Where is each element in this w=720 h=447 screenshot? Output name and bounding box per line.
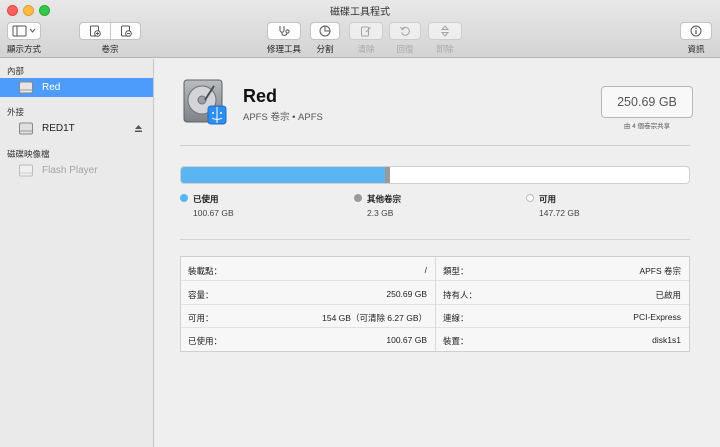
sidebar-item-red1t[interactable]: RED1T (0, 119, 153, 138)
info-column-left: 裝載點： / 容量： 250.69 GB 可用： 154 GB（可清除 6.27… (181, 257, 436, 351)
restore-icon (400, 26, 410, 36)
sidebar-section-disk-images: 磁碟映像檔 (7, 149, 50, 159)
sidebar-item-label: Red (42, 82, 61, 93)
info-key: 連線： (443, 313, 469, 323)
legend-dot-other (354, 194, 362, 202)
volume-detail-pane: Red APFS 卷宗 • APFS 250.69 GB 由 4 個卷宗共享 已… (155, 59, 720, 447)
info-value: 已啟用 (655, 290, 681, 300)
erase-icon (361, 26, 371, 37)
unmount-button[interactable] (428, 22, 462, 40)
sidebar-section-external: 外接 (7, 107, 25, 117)
info-row-available: 可用： 154 GB（可清除 6.27 GB） (181, 304, 435, 328)
erase-button[interactable] (349, 22, 383, 40)
add-volume-button[interactable] (80, 23, 110, 39)
info-row-type: 類型： APFS 卷宗 (436, 257, 689, 281)
info-row-connection: 連線： PCI-Express (436, 304, 689, 328)
add-volume-icon (90, 25, 101, 37)
legend-value: 100.67 GB (193, 208, 234, 218)
divider (180, 239, 690, 240)
info-value: 250.69 GB (386, 289, 427, 299)
info-key: 已使用： (188, 336, 223, 346)
first-aid-button[interactable] (267, 22, 301, 40)
eject-icon[interactable] (134, 124, 143, 133)
info-button[interactable] (680, 22, 712, 40)
volume-segment[interactable] (79, 22, 141, 40)
title-bar: 磁碟工具程式 顯示方式 卷宗 修理工具 分割 清除 回復 卸除 資訊 (0, 0, 720, 58)
legend-name: 其他卷宗 (367, 194, 402, 204)
partition-label: 分割 (316, 44, 334, 54)
stethoscope-icon (279, 26, 290, 36)
info-value: disk1s1 (652, 335, 681, 345)
info-value: 154 GB（可清除 6.27 GB） (322, 313, 427, 323)
sidebar-item-red[interactable]: Red (0, 78, 153, 97)
restore-button[interactable] (389, 22, 421, 40)
info-row-used: 已使用： 100.67 GB (181, 327, 435, 351)
usage-bar-other (384, 167, 390, 183)
legend-name: 已使用 (193, 194, 219, 204)
disk-volume-icon (19, 81, 33, 94)
first-aid-label: 修理工具 (266, 44, 301, 54)
sidebar-view-icon (12, 25, 36, 37)
usage-bar-used (181, 167, 385, 183)
sidebar-item-label: RED1T (42, 123, 75, 134)
restore-label: 回復 (396, 44, 414, 54)
info-value: PCI-Express (633, 312, 681, 322)
info-icon (690, 25, 702, 37)
volume-subtitle: APFS 卷宗 • APFS (243, 112, 323, 123)
info-table: 裝載點： / 容量： 250.69 GB 可用： 154 GB（可清除 6.27… (180, 256, 690, 352)
info-value: 100.67 GB (386, 335, 427, 345)
info-row-owners: 持有人： 已啟用 (436, 281, 689, 305)
info-row-mount-point: 裝載點： / (181, 257, 435, 281)
sidebar-section-internal: 內部 (7, 66, 25, 76)
partition-button[interactable] (310, 22, 340, 40)
info-key: 裝置： (443, 336, 469, 346)
view-label: 顯示方式 (6, 44, 41, 54)
info-key: 可用： (188, 313, 214, 323)
disk-image-icon (19, 164, 33, 177)
internal-hard-drive-icon (183, 79, 227, 125)
info-value: / (424, 265, 427, 275)
legend-dot-used (180, 194, 188, 202)
legend-name: 可用 (539, 194, 557, 204)
capacity-badge: 250.69 GB (601, 86, 693, 118)
shared-note: 由 4 個卷宗共享 (623, 123, 671, 130)
info-key: 類型： (443, 266, 469, 276)
sidebar-item-flash-player[interactable]: Flash Player (0, 161, 153, 180)
remove-volume-icon (120, 25, 132, 37)
partition-icon (319, 25, 331, 37)
legend-dot-available (526, 194, 534, 202)
disk-utility-window: 磁碟工具程式 顯示方式 卷宗 修理工具 分割 清除 回復 卸除 資訊 內部 Re… (0, 0, 720, 447)
usage-bar (180, 166, 690, 184)
info-label: 資訊 (687, 44, 705, 54)
volume-label: 卷宗 (101, 44, 119, 54)
divider (180, 145, 690, 146)
unmount-label: 卸除 (436, 44, 454, 54)
info-key: 持有人： (443, 290, 478, 300)
info-row-capacity: 容量： 250.69 GB (181, 281, 435, 305)
window-title: 磁碟工具程式 (330, 7, 390, 18)
erase-label: 清除 (357, 44, 375, 54)
sidebar: 內部 Red 外接 RED1T 磁碟映像檔 Flash Player (0, 59, 154, 447)
unmount-icon (440, 25, 450, 37)
info-row-device: 裝置： disk1s1 (436, 327, 689, 351)
volume-name: Red (243, 86, 278, 106)
remove-volume-button[interactable] (110, 23, 140, 39)
external-disk-icon (19, 122, 33, 135)
info-key: 容量： (188, 290, 214, 300)
info-value: APFS 卷宗 (639, 266, 681, 276)
view-button[interactable] (7, 22, 41, 40)
info-key: 裝載點： (188, 266, 223, 276)
info-column-right: 類型： APFS 卷宗 持有人： 已啟用 連線： PCI-Express 裝置：… (436, 257, 689, 351)
legend-value: 2.3 GB (367, 208, 394, 218)
legend-value: 147.72 GB (539, 208, 580, 218)
sidebar-item-label: Flash Player (42, 165, 98, 176)
